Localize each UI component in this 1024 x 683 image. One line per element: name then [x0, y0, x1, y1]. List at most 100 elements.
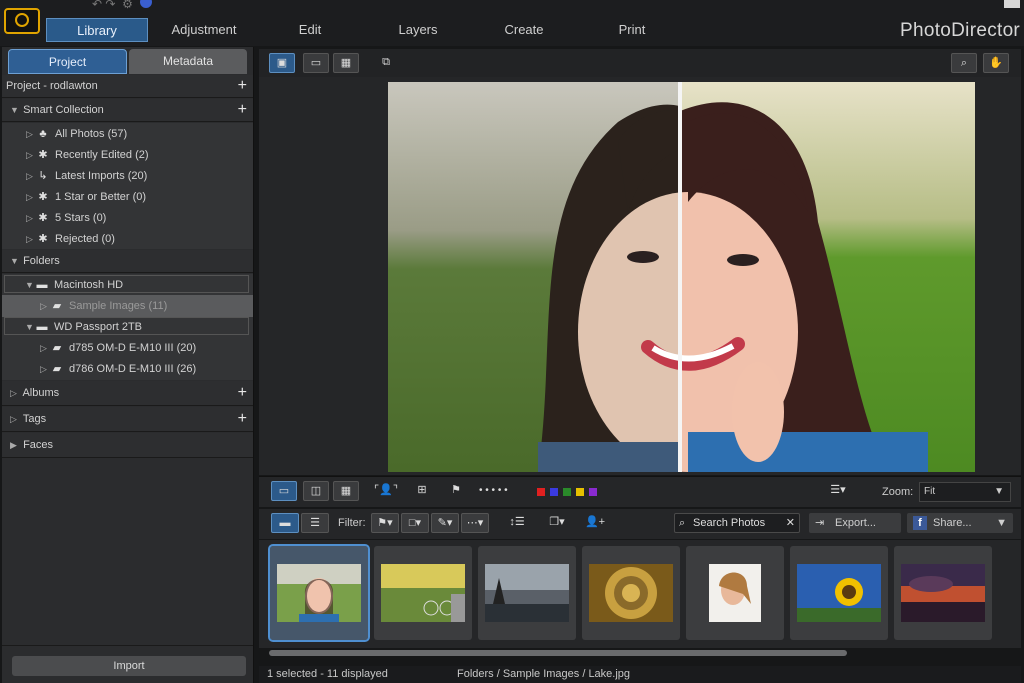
drive-label: WD Passport 2TB — [54, 321, 143, 333]
tab-edit[interactable]: Edit — [274, 18, 346, 42]
share-button[interactable]: f Share... ▼ — [907, 513, 1013, 533]
color-label-swatch[interactable] — [576, 488, 584, 496]
rating-dots[interactable]: • • • • • — [479, 485, 508, 496]
magic-wand-icon: ✱ — [38, 191, 48, 203]
add-person-icon[interactable]: 👤+ — [581, 513, 609, 533]
bicycle-thumbnail — [381, 564, 465, 622]
sort-menu-icon[interactable]: ☰▾ — [825, 481, 851, 501]
thumbnail[interactable] — [374, 546, 472, 640]
zoom-select[interactable]: Fit ▼ — [919, 482, 1011, 502]
edit-filter-icon[interactable]: ✎▾ — [431, 513, 459, 533]
smart-collection-label: Smart Collection — [23, 104, 104, 116]
flag-filter-icon[interactable]: ⚑▾ — [371, 513, 399, 533]
filmstrip — [259, 540, 1021, 656]
hand-tool-icon[interactable]: ✋ — [983, 53, 1009, 73]
thumbnail-selected[interactable] — [268, 544, 370, 642]
color-label-swatch[interactable] — [537, 488, 545, 496]
faces-header[interactable]: ▶ Faces — [2, 433, 253, 458]
search-photos-input[interactable]: ⌕ Search Photos ✕ — [674, 513, 800, 533]
chevron-down-icon[interactable]: ▼ — [996, 513, 1007, 533]
grid-view-icon[interactable]: ▦ — [333, 53, 359, 73]
main-photo[interactable] — [388, 82, 975, 472]
tab-metadata[interactable]: Metadata — [129, 49, 247, 74]
collapse-arrow-icon[interactable]: ▼ — [2, 250, 20, 272]
add-project-icon[interactable]: + — [238, 75, 247, 97]
sunflower-thumbnail — [797, 564, 881, 622]
status-bar: 1 selected - 11 displayed Folders / Samp… — [259, 666, 1021, 683]
smart-collection-header[interactable]: ▼ Smart Collection + — [2, 99, 253, 122]
export-button[interactable]: ⇥ Export... — [809, 513, 901, 533]
folders-header[interactable]: ▼ Folders — [2, 250, 253, 273]
viewer-bottom-toolbar: ▭ ◫ ▦ ⌜👤⌝ ⊞ ⚑ • • • • • ☰▾ Zoom: Fit ▼ — [259, 476, 1021, 507]
tab-adjustment[interactable]: Adjustment — [158, 18, 250, 42]
list-view-icon[interactable]: ☰ — [301, 513, 329, 533]
thumbnail[interactable] — [790, 546, 888, 640]
add-smart-collection-icon[interactable]: + — [238, 99, 247, 121]
export-label: Export... — [835, 517, 876, 529]
shape-filter-icon[interactable]: □▾ — [401, 513, 429, 533]
add-album-icon[interactable]: + — [238, 381, 247, 405]
import-button[interactable]: Import — [12, 656, 246, 676]
more-filter-icon[interactable]: ⋯▾ — [461, 513, 489, 533]
single-layout-icon[interactable]: ▭ — [271, 481, 297, 501]
folder-icon: ▰ — [52, 342, 62, 354]
export-icon: ⇥ — [815, 517, 825, 529]
search-icon: ⌕ — [679, 517, 686, 529]
smart-item[interactable]: ▷ ✱ Recently Edited (2) — [2, 144, 253, 166]
view-toolbar: ▣ ▭ ▦ ⧉ ⌕ ✋ — [259, 49, 1021, 77]
thumbnail[interactable] — [894, 546, 992, 640]
tags-header[interactable]: ▷ Tags + — [2, 407, 253, 432]
drive-label: Macintosh HD — [54, 279, 124, 291]
compare-view-icon[interactable]: ▣ — [269, 53, 295, 73]
magic-wand-icon: ✱ — [38, 149, 48, 161]
magic-wand-icon: ✱ — [38, 233, 48, 245]
smart-item[interactable]: ▷ ↳ Latest Imports (20) — [2, 165, 253, 187]
smart-item[interactable]: ▷ ♣ All Photos (57) — [2, 123, 253, 145]
smart-item[interactable]: ▷ ✱ 1 Star or Better (0) — [2, 186, 253, 208]
undo-redo-icons[interactable]: ↶ ↷ ⚙ — [92, 0, 152, 11]
tab-create[interactable]: Create — [488, 18, 560, 42]
thumbnail[interactable] — [582, 546, 680, 640]
side-by-side-icon[interactable]: ◫ — [303, 481, 329, 501]
add-tag-icon[interactable]: + — [238, 407, 247, 431]
color-label-swatch[interactable] — [550, 488, 558, 496]
flag-icon[interactable]: ⚑ — [443, 481, 469, 501]
expand-arrow-icon[interactable]: ▷ — [2, 407, 20, 431]
single-view-icon[interactable]: ▭ — [303, 53, 329, 73]
thumbnail[interactable] — [686, 546, 784, 640]
drive-wd-passport[interactable]: ▼ ▬ WD Passport 2TB — [4, 317, 249, 335]
portrait-thumbnail — [277, 564, 361, 622]
second-monitor-icon[interactable]: ⧉ — [373, 53, 399, 73]
folder-item[interactable]: ▷ ▰ d786 OM-D E-M10 III (26) — [2, 358, 253, 380]
add-selection-icon[interactable]: ⊞ — [409, 481, 435, 501]
smart-item[interactable]: ▷ ✱ Rejected (0) — [2, 228, 253, 250]
sort-order-icon[interactable]: ↕☰ — [503, 513, 531, 533]
tab-project[interactable]: Project — [8, 49, 127, 74]
zoom-tool-icon[interactable]: ⌕ — [951, 53, 977, 73]
fullscreen-icon[interactable] — [1004, 0, 1020, 8]
expand-arrow-icon[interactable]: ▷ — [2, 381, 20, 405]
folder-item[interactable]: ▷ ▰ d785 OM-D E-M10 III (20) — [2, 337, 253, 359]
thumbnail[interactable] — [478, 546, 576, 640]
tab-library[interactable]: Library — [46, 18, 148, 42]
albums-header[interactable]: ▷ Albums + — [2, 381, 253, 406]
tab-print[interactable]: Print — [596, 18, 668, 42]
smart-item-label: Rejected (0) — [55, 233, 115, 245]
stack-icon[interactable]: ❐▾ — [543, 513, 571, 533]
color-label-swatch[interactable] — [589, 488, 597, 496]
filmstrip-scrollbar[interactable] — [269, 650, 847, 656]
smart-item[interactable]: ▷ ✱ 5 Stars (0) — [2, 207, 253, 229]
collapse-arrow-icon[interactable]: ▼ — [2, 99, 20, 121]
project-row[interactable]: Project - rodlawton + — [2, 75, 253, 98]
color-label-swatch[interactable] — [563, 488, 571, 496]
face-tag-icon[interactable]: ⌜👤⌝ — [373, 481, 399, 501]
tab-layers[interactable]: Layers — [382, 18, 454, 42]
drive-macintosh[interactable]: ▼ ▬ Macintosh HD — [4, 275, 249, 293]
folder-sample-images[interactable]: ▷ ▰ Sample Images (11) — [2, 295, 253, 317]
folder-label: Sample Images (11) — [69, 300, 168, 312]
expand-arrow-icon[interactable]: ▶ — [2, 433, 20, 457]
filmstrip-view-icon[interactable]: ▬ — [271, 513, 299, 533]
clear-search-icon[interactable]: ✕ — [786, 514, 795, 532]
grid-layout-icon[interactable]: ▦ — [333, 481, 359, 501]
zoom-value: Fit — [924, 486, 936, 497]
